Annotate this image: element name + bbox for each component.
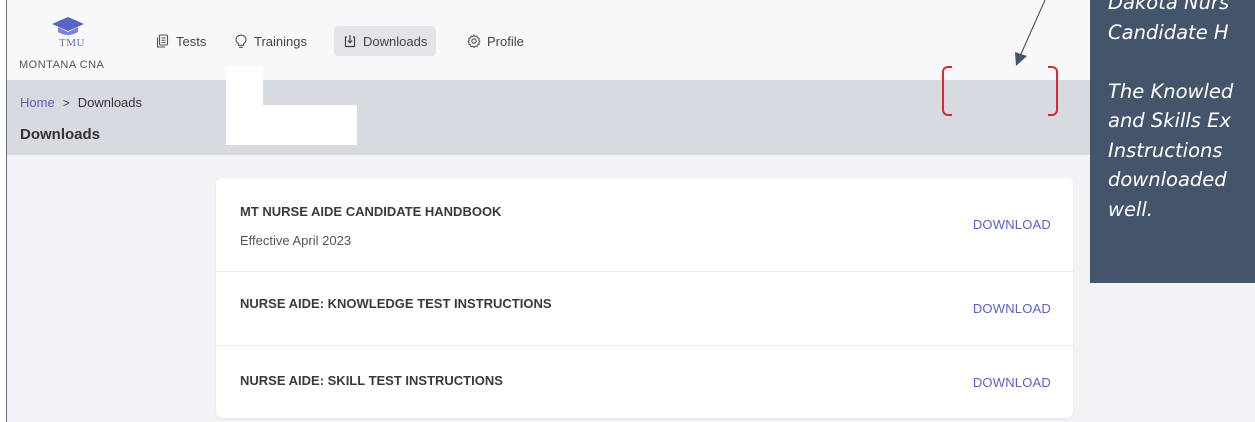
annotation-callout: Dakota Nurs Candidate H The Knowled and … — [1090, 0, 1255, 283]
screenshot-frame: TMU MONTANA CNA Tests Trainings Download… — [0, 0, 1255, 422]
annotation-arrow — [1015, 0, 1046, 66]
annotation-text: Dakota Nurs Candidate H The Knowled and … — [1108, 0, 1234, 221]
